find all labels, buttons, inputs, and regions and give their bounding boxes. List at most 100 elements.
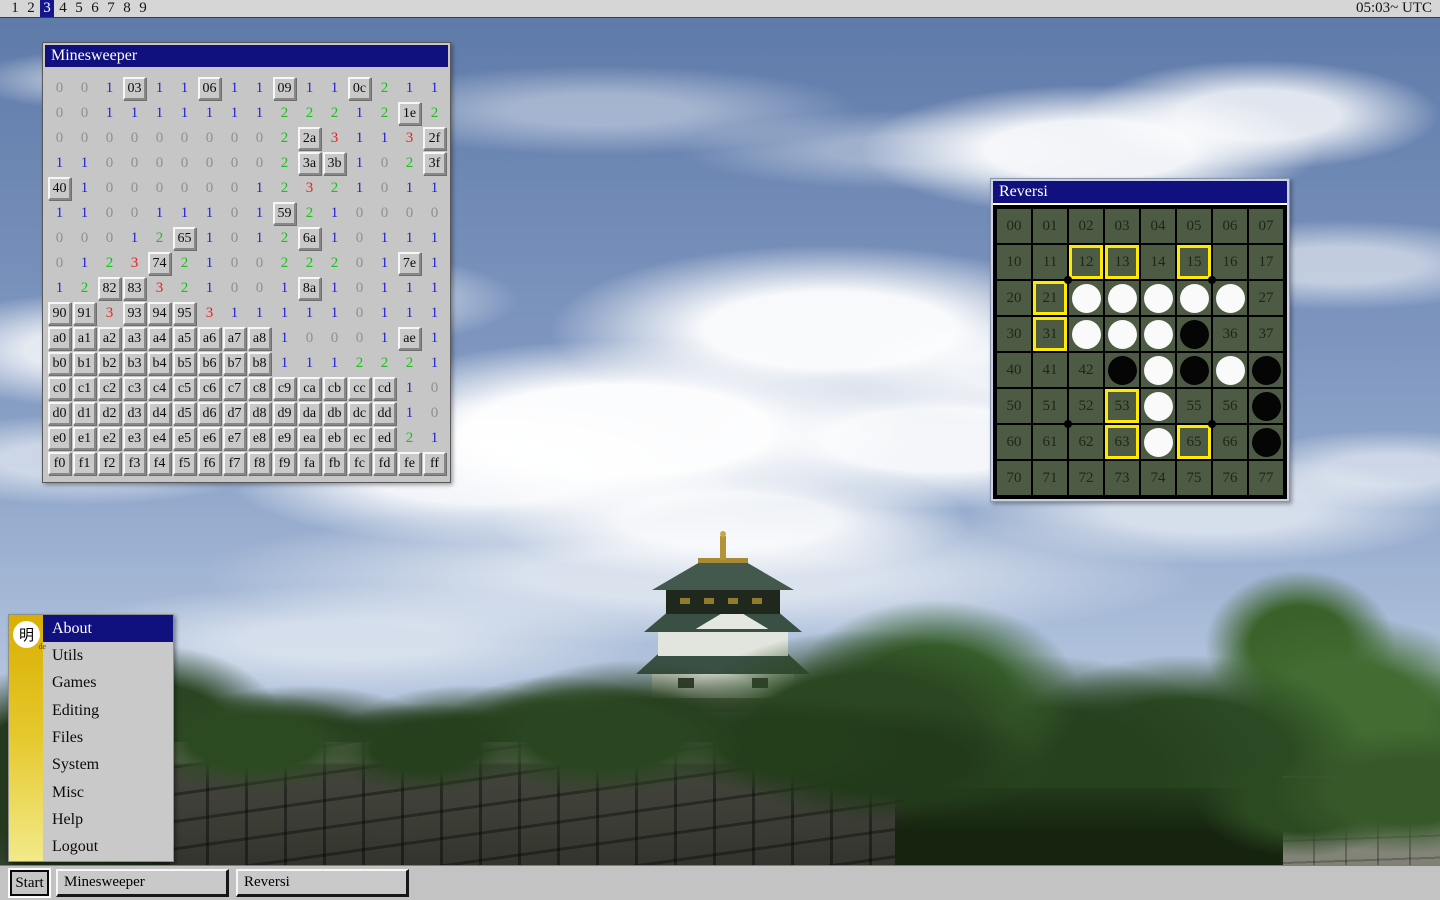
reversi-cell-30[interactable]: 30 bbox=[997, 317, 1031, 351]
mine-cell-6a[interactable]: 6a bbox=[298, 227, 321, 250]
mine-cell-95[interactable]: 95 bbox=[173, 302, 196, 325]
reversi-cell-22[interactable] bbox=[1069, 281, 1103, 315]
mine-cell-fe[interactable]: fe bbox=[398, 452, 421, 475]
mine-cell-65[interactable]: 65 bbox=[173, 227, 196, 250]
workspace-6[interactable]: 6 bbox=[88, 0, 102, 17]
reversi-cell-44[interactable] bbox=[1141, 353, 1175, 387]
reversi-cell-70[interactable]: 70 bbox=[997, 461, 1031, 495]
workspace-9[interactable]: 9 bbox=[136, 0, 150, 17]
reversi-cell-46[interactable] bbox=[1213, 353, 1247, 387]
mine-cell-e6[interactable]: e6 bbox=[198, 427, 221, 450]
reversi-cell-55[interactable]: 55 bbox=[1177, 389, 1211, 423]
workspace-3[interactable]: 3 bbox=[40, 0, 54, 17]
mine-cell-a6[interactable]: a6 bbox=[198, 327, 221, 350]
mine-cell-83[interactable]: 83 bbox=[123, 277, 146, 300]
reversi-cell-60[interactable]: 60 bbox=[997, 425, 1031, 459]
reversi-cell-61[interactable]: 61 bbox=[1033, 425, 1067, 459]
reversi-cell-53[interactable]: 53 bbox=[1105, 389, 1139, 423]
mine-cell-f4[interactable]: f4 bbox=[148, 452, 171, 475]
workspace-5[interactable]: 5 bbox=[72, 0, 86, 17]
mine-cell-cb[interactable]: cb bbox=[323, 377, 346, 400]
mine-cell-f2[interactable]: f2 bbox=[98, 452, 121, 475]
mine-cell-e0[interactable]: e0 bbox=[48, 427, 71, 450]
reversi-cell-43[interactable] bbox=[1105, 353, 1139, 387]
reversi-cell-76[interactable]: 76 bbox=[1213, 461, 1247, 495]
reversi-cell-65[interactable]: 65 bbox=[1177, 425, 1211, 459]
workspace-2[interactable]: 2 bbox=[24, 0, 38, 17]
mine-cell-8a[interactable]: 8a bbox=[298, 277, 321, 300]
mine-cell-f8[interactable]: f8 bbox=[248, 452, 271, 475]
reversi-cell-37[interactable]: 37 bbox=[1249, 317, 1283, 351]
reversi-cell-77[interactable]: 77 bbox=[1249, 461, 1283, 495]
mine-cell-a1[interactable]: a1 bbox=[73, 327, 96, 350]
reversi-cell-13[interactable]: 13 bbox=[1105, 245, 1139, 279]
mine-cell-c7[interactable]: c7 bbox=[223, 377, 246, 400]
mine-cell-94[interactable]: 94 bbox=[148, 302, 171, 325]
mine-cell-09[interactable]: 09 bbox=[273, 77, 296, 100]
mine-cell-fd[interactable]: fd bbox=[373, 452, 396, 475]
mine-cell-d9[interactable]: d9 bbox=[273, 402, 296, 425]
mine-cell-a5[interactable]: a5 bbox=[173, 327, 196, 350]
mine-cell-ca[interactable]: ca bbox=[298, 377, 321, 400]
reversi-titlebar[interactable]: Reversi bbox=[993, 181, 1287, 203]
mine-cell-cc[interactable]: cc bbox=[348, 377, 371, 400]
mine-cell-d5[interactable]: d5 bbox=[173, 402, 196, 425]
reversi-cell-35[interactable] bbox=[1177, 317, 1211, 351]
reversi-cell-56[interactable]: 56 bbox=[1213, 389, 1247, 423]
mine-cell-d8[interactable]: d8 bbox=[248, 402, 271, 425]
mine-cell-3a[interactable]: 3a bbox=[298, 152, 321, 175]
reversi-cell-67[interactable] bbox=[1249, 425, 1283, 459]
menu-item-system[interactable]: System bbox=[43, 752, 173, 779]
reversi-cell-17[interactable]: 17 bbox=[1249, 245, 1283, 279]
reversi-cell-03[interactable]: 03 bbox=[1105, 209, 1139, 243]
reversi-cell-45[interactable] bbox=[1177, 353, 1211, 387]
reversi-cell-32[interactable] bbox=[1069, 317, 1103, 351]
reversi-cell-71[interactable]: 71 bbox=[1033, 461, 1067, 495]
mine-cell-b6[interactable]: b6 bbox=[198, 352, 221, 375]
mine-cell-93[interactable]: 93 bbox=[123, 302, 146, 325]
reversi-cell-15[interactable]: 15 bbox=[1177, 245, 1211, 279]
reversi-cell-73[interactable]: 73 bbox=[1105, 461, 1139, 495]
mine-cell-c6[interactable]: c6 bbox=[198, 377, 221, 400]
menu-item-logout[interactable]: Logout bbox=[43, 834, 173, 861]
mine-cell-eb[interactable]: eb bbox=[323, 427, 346, 450]
mine-cell-82[interactable]: 82 bbox=[98, 277, 121, 300]
reversi-cell-01[interactable]: 01 bbox=[1033, 209, 1067, 243]
reversi-cell-51[interactable]: 51 bbox=[1033, 389, 1067, 423]
minesweeper-titlebar[interactable]: Minesweeper bbox=[45, 45, 448, 67]
mine-cell-f9[interactable]: f9 bbox=[273, 452, 296, 475]
reversi-cell-07[interactable]: 07 bbox=[1249, 209, 1283, 243]
mine-cell-d2[interactable]: d2 bbox=[98, 402, 121, 425]
reversi-cell-36[interactable]: 36 bbox=[1213, 317, 1247, 351]
reversi-cell-42[interactable]: 42 bbox=[1069, 353, 1103, 387]
mine-cell-da[interactable]: da bbox=[298, 402, 321, 425]
reversi-cell-23[interactable] bbox=[1105, 281, 1139, 315]
reversi-cell-31[interactable]: 31 bbox=[1033, 317, 1067, 351]
mine-cell-c1[interactable]: c1 bbox=[73, 377, 96, 400]
mine-cell-fc[interactable]: fc bbox=[348, 452, 371, 475]
mine-cell-cd[interactable]: cd bbox=[373, 377, 396, 400]
menu-item-utils[interactable]: Utils bbox=[43, 642, 173, 669]
mine-cell-e2[interactable]: e2 bbox=[98, 427, 121, 450]
mine-cell-c9[interactable]: c9 bbox=[273, 377, 296, 400]
mine-cell-3b[interactable]: 3b bbox=[323, 152, 346, 175]
mine-cell-c5[interactable]: c5 bbox=[173, 377, 196, 400]
mine-cell-ff[interactable]: ff bbox=[423, 452, 446, 475]
mine-cell-ea[interactable]: ea bbox=[298, 427, 321, 450]
mine-cell-2f[interactable]: 2f bbox=[423, 127, 446, 150]
reversi-cell-27[interactable]: 27 bbox=[1249, 281, 1283, 315]
reversi-cell-06[interactable]: 06 bbox=[1213, 209, 1247, 243]
reversi-cell-00[interactable]: 00 bbox=[997, 209, 1031, 243]
mine-cell-e5[interactable]: e5 bbox=[173, 427, 196, 450]
mine-cell-e9[interactable]: e9 bbox=[273, 427, 296, 450]
reversi-cell-47[interactable] bbox=[1249, 353, 1283, 387]
reversi-cell-02[interactable]: 02 bbox=[1069, 209, 1103, 243]
mine-cell-a4[interactable]: a4 bbox=[148, 327, 171, 350]
reversi-cell-20[interactable]: 20 bbox=[997, 281, 1031, 315]
reversi-cell-11[interactable]: 11 bbox=[1033, 245, 1067, 279]
mine-cell-b5[interactable]: b5 bbox=[173, 352, 196, 375]
mine-cell-ed[interactable]: ed bbox=[373, 427, 396, 450]
mine-cell-74[interactable]: 74 bbox=[148, 252, 171, 275]
mine-cell-b2[interactable]: b2 bbox=[98, 352, 121, 375]
mine-cell-f1[interactable]: f1 bbox=[73, 452, 96, 475]
